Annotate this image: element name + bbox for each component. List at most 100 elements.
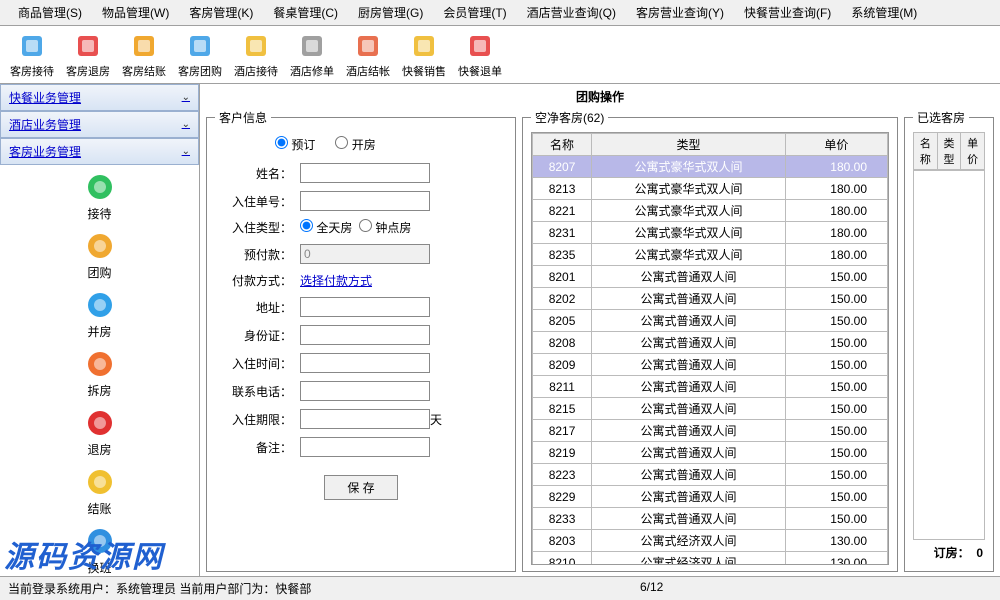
form-label: 入住类型：	[215, 219, 300, 236]
menu-item-6[interactable]: 酒店营业查询(Q)	[517, 2, 626, 23]
form-label: 入住时间：	[215, 355, 300, 372]
toolbar-btn-0[interactable]: 客房接待	[4, 28, 60, 81]
toolbar-btn-7[interactable]: 快餐销售	[396, 28, 452, 81]
save-button[interactable]: 保 存	[324, 475, 397, 500]
text-input-7[interactable]	[300, 353, 430, 373]
text-input-1[interactable]	[300, 191, 430, 211]
nav-item-1[interactable]: 团购	[0, 224, 199, 283]
accordion-hdr-1[interactable]: 酒店业务管理⌄	[0, 111, 199, 138]
payment-link[interactable]: 选择付款方式	[300, 272, 372, 289]
nav-label: 接待	[87, 205, 111, 222]
form-row-0: 姓名：	[215, 163, 507, 183]
toolbar-btn-5[interactable]: 酒店修单	[284, 28, 340, 81]
table-row[interactable]: 8235公寓式豪华式双人间180.00	[533, 244, 888, 266]
accordion-hdr-0[interactable]: 快餐业务管理⌄	[0, 84, 199, 111]
table-row[interactable]: 8215公寓式普通双人间150.00	[533, 398, 888, 420]
table-row[interactable]: 8207公寓式豪华式双人间180.00	[533, 156, 888, 178]
content: 团购操作 客户信息 预订 开房 姓名：入住单号：入住类型： 全天房 钟点房预付款…	[200, 84, 1000, 576]
nav-item-0[interactable]: 接待	[0, 165, 199, 224]
toolbar-icon	[296, 30, 328, 62]
radio-hourly[interactable]: 钟点房	[359, 219, 411, 236]
menu-item-1[interactable]: 物品管理(W)	[92, 2, 179, 23]
table-row[interactable]: 8201公寓式普通双人间150.00	[533, 266, 888, 288]
text-input-0[interactable]	[300, 163, 430, 183]
menubar: 商品管理(S)物品管理(W)客房管理(K)餐桌管理(C)厨房管理(G)会员管理(…	[0, 0, 1000, 26]
radio-booking[interactable]: 预订	[275, 136, 315, 153]
nav-item-5[interactable]: 结账	[0, 460, 199, 519]
table-row[interactable]: 8217公寓式普通双人间150.00	[533, 420, 888, 442]
table-row[interactable]: 8209公寓式普通双人间150.00	[533, 354, 888, 376]
toolbar-label: 客房团购	[178, 63, 222, 79]
toolbar-label: 酒店结帐	[346, 63, 390, 79]
text-input-5[interactable]	[300, 297, 430, 317]
menu-item-0[interactable]: 商品管理(S)	[8, 2, 92, 23]
toolbar-btn-2[interactable]: 客房结账	[116, 28, 172, 81]
sel-col-header: 名称	[914, 133, 938, 170]
menu-item-9[interactable]: 系统管理(M)	[841, 2, 927, 23]
duration-input[interactable]	[300, 409, 430, 429]
booking-count: 订房： 0	[913, 540, 985, 565]
toolbar-btn-3[interactable]: 客房团购	[172, 28, 228, 81]
nav-item-6[interactable]: 换班	[0, 519, 199, 576]
radio-checkin[interactable]: 开房	[335, 136, 375, 153]
table-row[interactable]: 8211公寓式普通双人间150.00	[533, 376, 888, 398]
menu-item-7[interactable]: 客房营业查询(Y)	[626, 2, 734, 23]
nav-item-2[interactable]: 并房	[0, 283, 199, 342]
table-row[interactable]: 8213公寓式豪华式双人间180.00	[533, 178, 888, 200]
selected-body	[913, 170, 985, 540]
table-row[interactable]: 8231公寓式豪华式双人间180.00	[533, 222, 888, 244]
table-row[interactable]: 8219公寓式普通双人间150.00	[533, 442, 888, 464]
col-header[interactable]: 名称	[533, 134, 592, 156]
col-header[interactable]: 单价	[785, 134, 887, 156]
rooms-table-scroll[interactable]: 名称类型单价 8207公寓式豪华式双人间180.008213公寓式豪华式双人间1…	[531, 132, 889, 565]
menu-item-8[interactable]: 快餐营业查询(F)	[734, 2, 841, 23]
rooms-legend: 空净客房(62)	[531, 109, 608, 126]
form-label: 身份证：	[215, 327, 300, 344]
toolbar-label: 酒店接待	[234, 63, 278, 79]
table-row[interactable]: 8203公寓式经济双人间130.00	[533, 530, 888, 552]
radio-fullday[interactable]: 全天房	[300, 219, 352, 236]
nav-label: 并房	[87, 323, 111, 340]
form-label: 预付款：	[215, 246, 300, 263]
table-row[interactable]: 8221公寓式豪华式双人间180.00	[533, 200, 888, 222]
menu-item-3[interactable]: 餐桌管理(C)	[263, 2, 348, 23]
nav-item-4[interactable]: 退房	[0, 401, 199, 460]
toolbar-btn-4[interactable]: 酒店接待	[228, 28, 284, 81]
table-row[interactable]: 8205公寓式普通双人间150.00	[533, 310, 888, 332]
nav-icon	[82, 466, 118, 498]
form-row-4: 付款方式：选择付款方式	[215, 272, 507, 289]
nav-item-3[interactable]: 拆房	[0, 342, 199, 401]
table-row[interactable]: 8202公寓式普通双人间150.00	[533, 288, 888, 310]
chevron-down-icon: ⌄	[182, 92, 190, 103]
nav-label: 换班	[87, 559, 111, 576]
table-row[interactable]: 8208公寓式普通双人间150.00	[533, 332, 888, 354]
text-input-8[interactable]	[300, 381, 430, 401]
form-row-2: 入住类型： 全天房 钟点房	[215, 219, 507, 236]
toolbar-icon	[240, 30, 272, 62]
toolbar-btn-6[interactable]: 酒店结帐	[340, 28, 396, 81]
nav-icon	[82, 407, 118, 439]
chevron-down-icon: ⌄	[182, 119, 190, 130]
menu-item-4[interactable]: 厨房管理(G)	[348, 2, 433, 23]
col-header[interactable]: 类型	[592, 134, 786, 156]
toolbar-icon	[464, 30, 496, 62]
nav-label: 退房	[87, 441, 111, 458]
nav-icon	[82, 348, 118, 380]
toolbar-label: 酒店修单	[290, 63, 334, 79]
menu-item-2[interactable]: 客房管理(K)	[179, 2, 263, 23]
text-input-10[interactable]	[300, 437, 430, 457]
table-row[interactable]: 8233公寓式普通双人间150.00	[533, 508, 888, 530]
table-row[interactable]: 8229公寓式普通双人间150.00	[533, 486, 888, 508]
nav-icon	[82, 171, 118, 203]
toolbar-btn-1[interactable]: 客房退房	[60, 28, 116, 81]
form-row-5: 地址：	[215, 297, 507, 317]
form-row-8: 联系电话：	[215, 381, 507, 401]
text-input-6[interactable]	[300, 325, 430, 345]
form-row-10: 备注：	[215, 437, 507, 457]
table-row[interactable]: 8223公寓式普通双人间150.00	[533, 464, 888, 486]
table-row[interactable]: 8210公寓式经济双人间130.00	[533, 552, 888, 566]
accordion-hdr-2[interactable]: 客房业务管理⌄	[0, 138, 199, 165]
toolbar-btn-8[interactable]: 快餐退单	[452, 28, 508, 81]
deposit-input	[300, 244, 430, 264]
menu-item-5[interactable]: 会员管理(T)	[433, 2, 516, 23]
